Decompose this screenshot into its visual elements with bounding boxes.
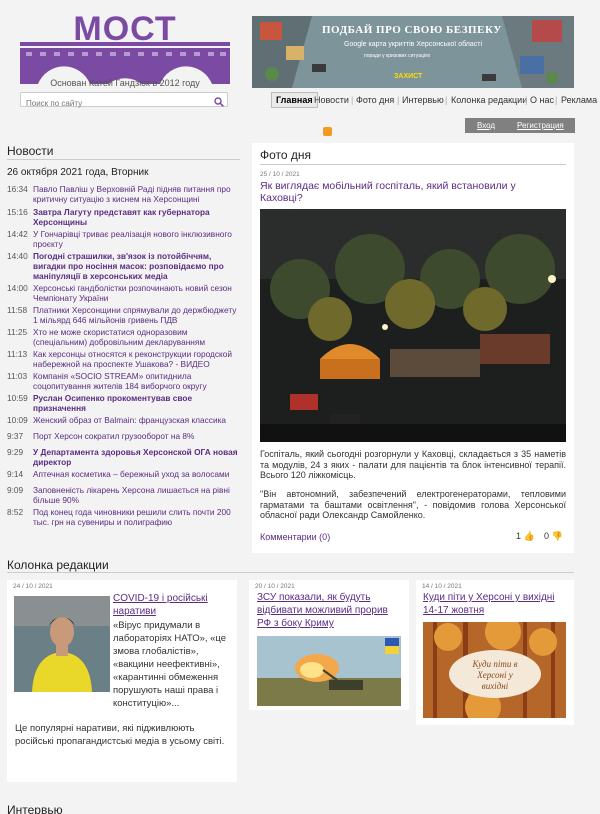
- site-slogan: Основан Катей Гандзюк в 2012 году: [50, 78, 200, 88]
- photo-date: 25 / 10 / 2021: [260, 171, 300, 178]
- photo-of-day: Фото дня 25 / 10 / 2021 Як виглядає мобі…: [252, 143, 574, 553]
- banner-brand: ЗАХИСТ: [394, 73, 423, 80]
- nav-item-home[interactable]: Главная: [271, 92, 318, 108]
- banner-small-text: поради у кризових ситуаціях: [364, 53, 431, 59]
- auth-bar: Вход Регистрация: [465, 118, 575, 133]
- news-time: 11:25: [7, 327, 28, 337]
- card-headline[interactable]: ЗСУ показали, як будуть відбивати можлив…: [257, 591, 402, 630]
- divider: [7, 159, 240, 160]
- search-input[interactable]: [21, 97, 201, 110]
- news-headline[interactable]: Аптечная косметика – бережный уход за во…: [33, 469, 241, 479]
- photo-image[interactable]: [260, 209, 566, 442]
- thumbs-up-icon: 👍: [523, 531, 535, 541]
- rss-icon[interactable]: [323, 127, 332, 136]
- banner-ad[interactable]: ПОДБАЙ ПРО СВОЮ БЕЗПЕКУ Google карта укр…: [252, 16, 574, 88]
- news-headline[interactable]: Платники Херсонщини спрямували до держбю…: [33, 305, 241, 325]
- nav-item-about[interactable]: О нас: [530, 95, 554, 105]
- comments-link[interactable]: Комментарии (0): [260, 532, 330, 542]
- card-date: 20 / 10 / 2021: [255, 583, 295, 590]
- dislike-button[interactable]: 0 👎: [544, 531, 563, 542]
- search-box: [20, 92, 228, 110]
- card-image[interactable]: Куди піти в Херсоні у вихідні: [423, 622, 566, 718]
- photo-headline[interactable]: Як виглядає мобільний госпіталь, який вс…: [260, 180, 560, 204]
- interview-section-title: Интервью: [7, 803, 63, 814]
- login-link[interactable]: Вход: [477, 121, 495, 130]
- photo-section-title: Фото дня: [260, 148, 312, 162]
- news-time: 9:29: [7, 447, 24, 457]
- news-time: 14:00: [7, 283, 28, 293]
- banner-title: ПОДБАЙ ПРО СВОЮ БЕЗПЕКУ: [322, 24, 502, 36]
- news-headline[interactable]: Женский образ от Balmain: французская кл…: [33, 415, 241, 425]
- divider: [260, 164, 566, 165]
- card-headline[interactable]: Куди піти у Херсоні у вихідні 14-17 жовт…: [423, 591, 568, 617]
- news-headline[interactable]: Под конец года чиновники решили слить по…: [33, 507, 241, 527]
- news-date: 26 октября 2021 года, Вторник: [7, 167, 149, 178]
- photo-quote: "Він автономний, забезпечений електроген…: [260, 489, 566, 520]
- main-nav: Главная Новости | Фото дня | Интервью | …: [271, 92, 600, 108]
- nav-item-news[interactable]: Новости: [314, 95, 349, 105]
- editorial-card: 24 / 10 / 2021 COVID-19 і російські нара…: [7, 580, 237, 782]
- nav-item-interview[interactable]: Интервью: [402, 95, 444, 105]
- news-time: 11:58: [7, 305, 28, 315]
- news-headline[interactable]: Руслан Осипенко прокоментував свое призн…: [33, 393, 241, 413]
- news-time: 9:37: [7, 431, 24, 441]
- card-quote: «Вірус придумали в лабораторіях НАТО», «…: [113, 620, 227, 709]
- news-time: 15:16: [7, 207, 28, 217]
- dislike-count: 0: [544, 531, 550, 541]
- news-time: 14:42: [7, 229, 28, 239]
- nav-item-editorial[interactable]: Колонка редакции: [451, 95, 527, 105]
- news-headline[interactable]: Компанія «SOCIO STREAM» опитиднила соцоп…: [33, 371, 241, 391]
- news-section-title: Новости: [7, 144, 54, 158]
- news-headline[interactable]: Заповненість лікарень Херсона лишається …: [33, 485, 241, 505]
- card-date: 24 / 10 / 2021: [13, 583, 53, 590]
- news-headline[interactable]: Павло Павліш у Верховній Раді підняв пит…: [33, 184, 241, 204]
- news-headline[interactable]: Завтра Лагуту представят как губернатора…: [33, 207, 241, 227]
- news-time: 10:59: [7, 393, 28, 403]
- search-icon[interactable]: [214, 94, 224, 112]
- nav-item-photo[interactable]: Фото дня: [356, 95, 394, 105]
- editorial-section-title: Колонка редакции: [7, 558, 109, 572]
- news-time: 16:34: [7, 184, 28, 194]
- svg-text:вихідні: вихідні: [482, 681, 509, 691]
- editorial-card: 20 / 10 / 2021 ЗСУ показали, як будуть в…: [249, 580, 409, 710]
- photo-text: Госпіталь, який сьогодні розгорнули у Ка…: [260, 449, 566, 480]
- news-time: 11:13: [7, 349, 28, 359]
- editorial-card: 14 / 10 / 2021 Куди піти у Херсоні у вих…: [416, 580, 574, 725]
- news-headline[interactable]: Погодні страшилки, зв'язок із потойбіччя…: [33, 251, 241, 281]
- card-image[interactable]: [257, 636, 401, 706]
- news-headline[interactable]: У Гончарівці триває реалізація нового ін…: [33, 229, 241, 249]
- site-logo[interactable]: МОСТ Основан Катей Гандзюк в 2012 году: [20, 10, 230, 88]
- news-headline[interactable]: Порт Херсон сократил грузооборот на 8%: [33, 431, 241, 441]
- news-time: 10:09: [7, 415, 28, 425]
- news-headline[interactable]: Херсонські гандболістки розпочинають нов…: [33, 283, 241, 303]
- card-headline[interactable]: COVID-19 і російські наративи: [113, 592, 231, 618]
- card-date: 14 / 10 / 2021: [422, 583, 462, 590]
- news-time: 11:03: [7, 371, 28, 381]
- card-image-text: Куди піти в: [471, 659, 517, 669]
- svg-text:Херсоні у: Херсоні у: [476, 670, 512, 680]
- nav-item-ads[interactable]: Реклама: [561, 95, 597, 105]
- banner-subtitle: Google карта укриттів Херсонської област…: [344, 41, 483, 48]
- news-time: 8:52: [7, 507, 24, 517]
- card-image[interactable]: [14, 596, 110, 692]
- news-headline[interactable]: У Департамента здоровья Херсонской ОГА н…: [33, 447, 241, 467]
- news-headline[interactable]: Хто не може скористатися одноразовим (сп…: [33, 327, 241, 347]
- news-time: 14:40: [7, 251, 28, 261]
- divider: [7, 572, 574, 573]
- card-description: Це популярні наративи, які підживлюють р…: [15, 723, 225, 747]
- register-link[interactable]: Регистрация: [517, 121, 564, 130]
- news-headline[interactable]: Как херсонцы относятся к реконструкции г…: [33, 349, 241, 369]
- news-time: 9:14: [7, 469, 24, 479]
- like-count: 1: [516, 531, 522, 541]
- thumbs-down-icon: 👎: [551, 531, 563, 541]
- like-button[interactable]: 1 👍: [516, 531, 535, 542]
- news-time: 9:09: [7, 485, 24, 495]
